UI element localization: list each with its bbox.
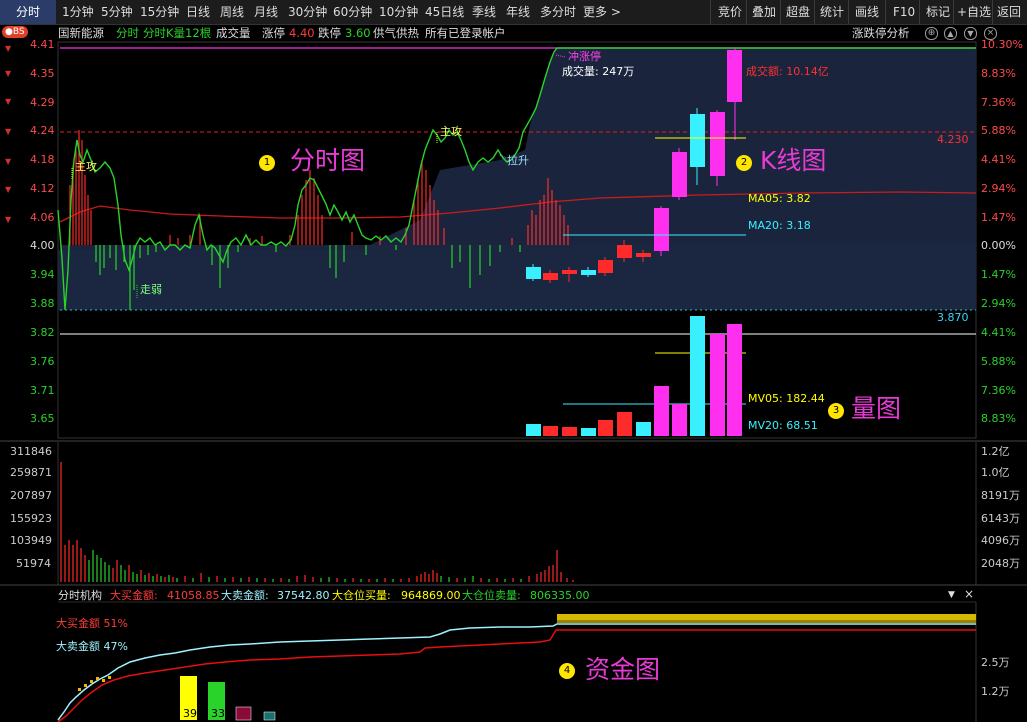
price-tick: 4.18	[30, 153, 55, 166]
volume-tick: 4096万	[981, 534, 1020, 547]
svg-text:▼: ▼	[5, 215, 12, 224]
price-tick: 4.00	[30, 239, 55, 252]
volume-tick: 259871	[10, 466, 52, 479]
price-tick: 3.94	[30, 268, 55, 281]
pos-sell-label: 大仓位卖量:	[462, 589, 521, 602]
price-tick: 4.35	[30, 67, 55, 80]
section-title-kline: K线图	[760, 146, 827, 175]
price-tick: 4.41	[30, 38, 55, 51]
section-title-fund: 资金图	[585, 655, 661, 684]
legend-big-buy: 大买金额 51%	[56, 617, 128, 630]
percent-tick: 10.30%	[981, 38, 1023, 51]
fund-bar-buy-value: 39	[183, 707, 197, 720]
pos-sell-value: 806335.00	[530, 589, 590, 602]
price-tick: 4.12	[30, 182, 55, 195]
section-badge-3: 3	[828, 403, 844, 419]
percent-tick: 1.47%	[981, 268, 1016, 281]
percent-tick: 2.94%	[981, 297, 1016, 310]
intraday-volume-bars	[60, 462, 574, 582]
percent-tick: 1.47%	[981, 211, 1016, 224]
annotation-zouruo: 走弱	[140, 283, 162, 296]
close-icon[interactable]: ×	[964, 588, 974, 601]
annotation-lasheng: 拉升	[507, 154, 529, 167]
section-title-fenshi: 分时图	[290, 146, 366, 175]
chart-canvas: ▼ ▼ ▼ ▼ ▼ ▼ ▼	[0, 41, 1027, 722]
collapse-icon[interactable]: ▼	[948, 589, 955, 602]
percent-tick: 8.83%	[981, 67, 1016, 80]
percent-tick: 2.94%	[981, 182, 1016, 195]
legend-big-sell: 大卖金额 47%	[56, 640, 128, 653]
fund-bar-sell-value: 33	[211, 707, 225, 720]
section-badge-1: 1	[259, 155, 275, 171]
big-sell-label: 大卖金额:	[221, 589, 269, 602]
section-badge-2: 2	[736, 155, 752, 171]
price-tick: 4.06	[30, 211, 55, 224]
pos-buy-label: 大仓位买量:	[332, 589, 391, 602]
mv20-label: MV20: 68.51	[748, 419, 818, 432]
price-tick: 3.76	[30, 355, 55, 368]
pos-buy-value: 964869.00	[401, 589, 461, 602]
percent-tick: 4.41%	[981, 326, 1016, 339]
volume-tick: 155923	[10, 512, 52, 525]
volume-tick: 1.0亿	[981, 466, 1010, 479]
price-line-label: 4.230	[937, 133, 969, 146]
low-line-label: 3.870	[937, 311, 969, 324]
big-buy-value: 41058.85	[167, 589, 220, 602]
fund-axis-tick: 2.5万	[981, 656, 1010, 669]
ma05-label: MA05: 3.82	[748, 192, 811, 205]
price-tick: 3.71	[30, 384, 55, 397]
big-sell-value: 37542.80	[277, 589, 330, 602]
price-tick: 3.88	[30, 297, 55, 310]
fund-bar-4	[263, 711, 276, 721]
percent-tick: 4.41%	[981, 153, 1016, 166]
svg-text:▼: ▼	[5, 69, 12, 78]
volume-tick: 1.2亿	[981, 445, 1010, 458]
percent-tick: 7.36%	[981, 384, 1016, 397]
percent-tick: 0.00%	[981, 239, 1016, 252]
fund-panel-title[interactable]: 分时机构	[58, 589, 102, 602]
fund-axis-tick: 1.2万	[981, 685, 1010, 698]
annotation-zhugong-1: 主攻	[75, 160, 97, 173]
percent-tick: 5.88%	[981, 355, 1016, 368]
percent-tick: 7.36%	[981, 96, 1016, 109]
mv05-label: MV05: 182.44	[748, 392, 825, 405]
kline-volume-text: 成交量: 247万	[562, 65, 635, 78]
svg-text:▼: ▼	[5, 127, 12, 136]
big-buy-label: 大买金额:	[110, 589, 158, 602]
percent-tick: 5.88%	[981, 124, 1016, 137]
kline-amount-text: 成交额: 10.14亿	[746, 65, 829, 78]
volume-tick: 2048万	[981, 557, 1020, 570]
price-tick: 4.29	[30, 96, 55, 109]
price-tick: 4.24	[30, 124, 55, 137]
section-title-volume: 量图	[851, 394, 902, 423]
svg-text:▼: ▼	[5, 97, 12, 106]
volume-tick: 8191万	[981, 489, 1020, 502]
volume-tick: 51974	[16, 557, 51, 570]
annotation-chongzhangting: 冲涨停	[568, 50, 601, 63]
left-tick-markers: ▼ ▼ ▼ ▼ ▼ ▼ ▼	[5, 44, 12, 224]
ma20-label: MA20: 3.18	[748, 219, 811, 232]
volume-tick: 103949	[10, 534, 52, 547]
volume-tick: 6143万	[981, 512, 1020, 525]
yellow-blocks-right	[557, 614, 976, 623]
svg-text:▼: ▼	[5, 185, 12, 194]
fund-bar-3	[235, 706, 252, 721]
volume-tick: 207897	[10, 489, 52, 502]
svg-text:▼: ▼	[5, 157, 12, 166]
section-badge-4: 4	[559, 663, 575, 679]
annotation-zhugong-2: 主攻	[440, 125, 462, 138]
svg-text:▼: ▼	[5, 44, 12, 53]
percent-tick: 8.83%	[981, 412, 1016, 425]
lower-area-fill	[60, 245, 975, 310]
volume-tick: 311846	[10, 445, 52, 458]
price-tick: 3.82	[30, 326, 55, 339]
price-tick: 3.65	[30, 412, 55, 425]
